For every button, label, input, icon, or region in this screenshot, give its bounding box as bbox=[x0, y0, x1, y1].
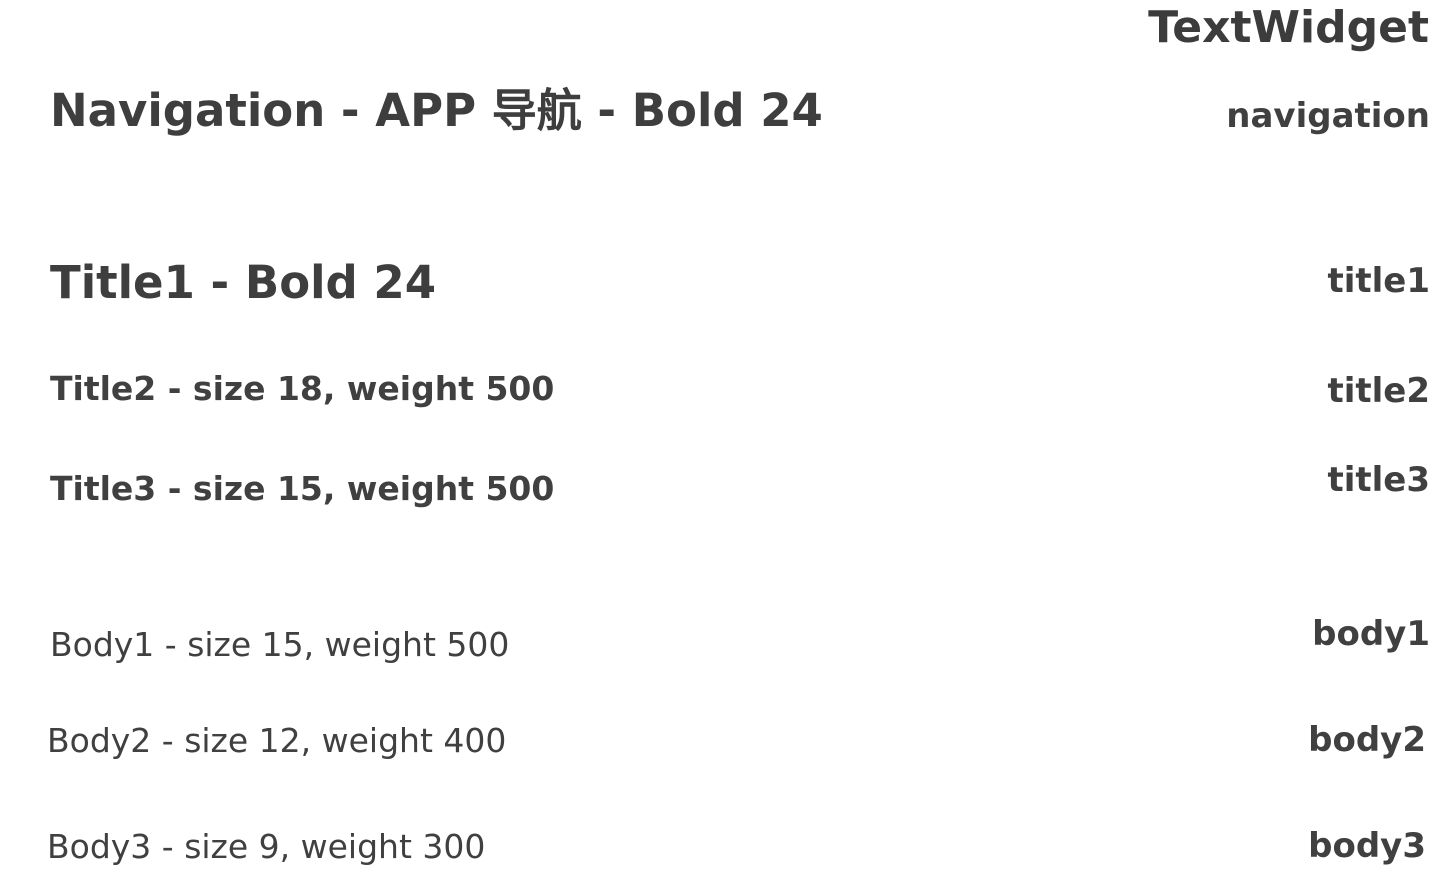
style-label-title1: Title1 - Bold 24 bbox=[50, 256, 437, 309]
page-title: TextWidget bbox=[1148, 2, 1429, 53]
style-code-body1: body1 bbox=[1312, 614, 1430, 654]
style-code-title3: title3 bbox=[1327, 460, 1430, 500]
style-label-body1: Body1 - size 15, weight 500 bbox=[50, 625, 510, 664]
style-label-body2: Body2 - size 12, weight 400 bbox=[47, 721, 507, 760]
style-code-body3: body3 bbox=[1308, 826, 1426, 866]
style-code-title2: title2 bbox=[1327, 371, 1430, 411]
style-label-navigation: Navigation - APP 导航 - Bold 24 bbox=[50, 84, 823, 137]
style-code-body2: body2 bbox=[1308, 720, 1426, 760]
style-code-title1: title1 bbox=[1327, 261, 1430, 301]
style-label-title2: Title2 - size 18, weight 500 bbox=[50, 369, 555, 408]
style-code-navigation: navigation bbox=[1226, 96, 1430, 136]
style-label-title3: Title3 - size 15, weight 500 bbox=[50, 469, 555, 508]
style-label-body3: Body3 - size 9, weight 300 bbox=[47, 827, 486, 866]
